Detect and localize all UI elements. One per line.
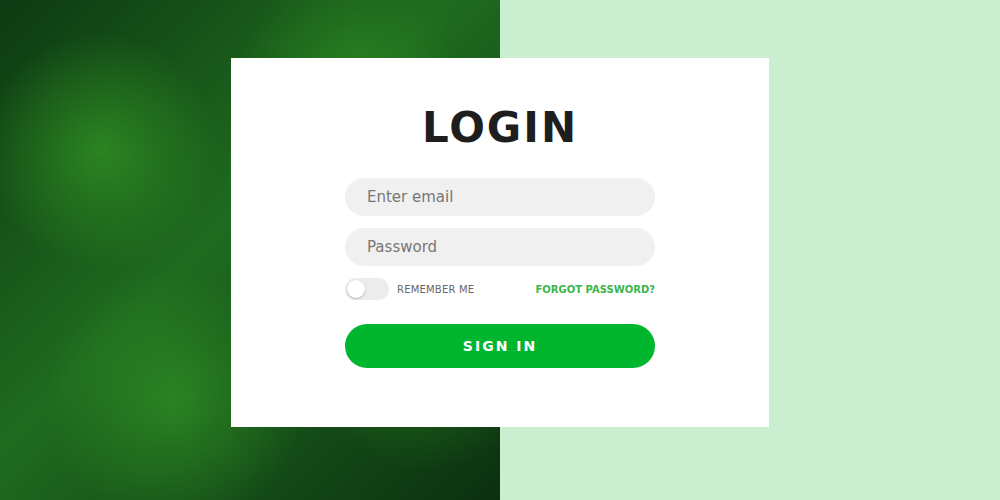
login-fields: [345, 178, 655, 266]
email-field[interactable]: [345, 178, 655, 216]
login-card: LOGIN REMEMBER ME FORGOT PASSWORD? SIGN IN: [231, 58, 769, 427]
remember-toggle[interactable]: [345, 278, 389, 300]
password-field[interactable]: [345, 228, 655, 266]
remember-label: REMEMBER ME: [397, 284, 474, 295]
sign-in-button[interactable]: SIGN IN: [345, 324, 655, 368]
login-title: LOGIN: [422, 103, 578, 153]
login-page: LOGIN REMEMBER ME FORGOT PASSWORD? SIGN IN: [0, 0, 1000, 500]
toggle-knob: [347, 280, 365, 298]
forgot-password-link[interactable]: FORGOT PASSWORD?: [536, 284, 655, 295]
remember-me: REMEMBER ME: [345, 278, 474, 300]
options-row: REMEMBER ME FORGOT PASSWORD?: [345, 278, 655, 300]
